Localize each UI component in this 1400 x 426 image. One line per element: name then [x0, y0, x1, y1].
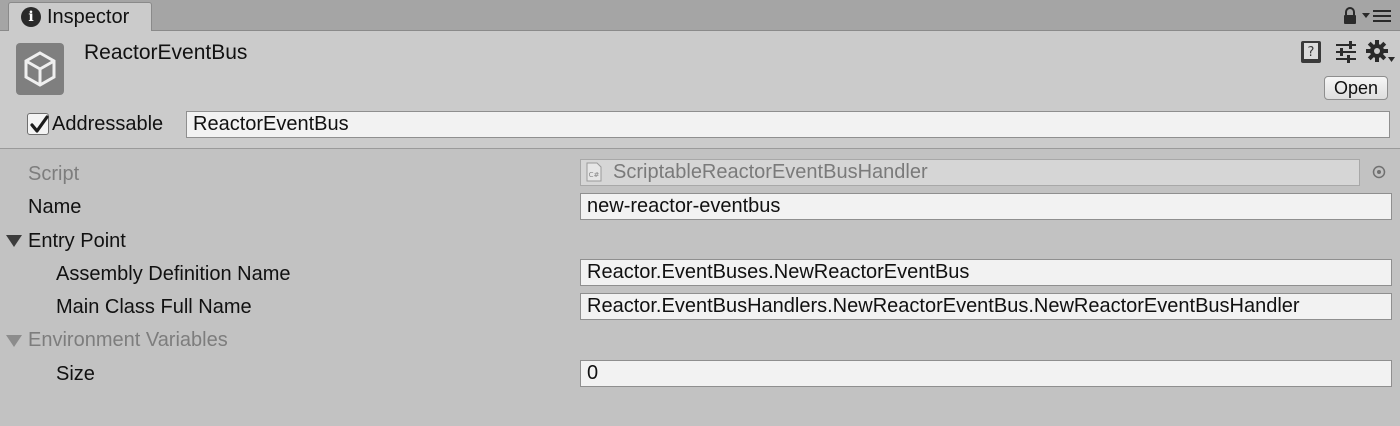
checkmark-icon	[30, 115, 49, 133]
entry-point-foldout-arrow-icon[interactable]	[6, 235, 22, 247]
object-picker-icon[interactable]	[1372, 165, 1386, 179]
environment-variables-foldout-arrow-icon[interactable]	[6, 335, 22, 347]
entry-point-foldout[interactable]: Entry Point	[28, 229, 126, 253]
assembly-definition-name-label: Assembly Definition Name	[56, 263, 291, 285]
tab-inspector[interactable]: i Inspector	[8, 2, 152, 31]
svg-text:C#: C#	[589, 171, 600, 179]
tab-label: Inspector	[47, 6, 130, 28]
csharp-script-icon: C#	[586, 162, 602, 182]
inspector-header: ReactorEventBus ? Open Addressable React…	[0, 31, 1400, 149]
preset-sliders-icon[interactable]	[1333, 39, 1359, 65]
tab-menu-icon[interactable]	[1362, 8, 1392, 24]
size-label: Size	[56, 363, 95, 385]
addressable-checkbox[interactable]	[27, 113, 49, 135]
script-field: ScriptableReactorEventBusHandler	[580, 159, 1360, 186]
gear-icon[interactable]	[1366, 39, 1396, 65]
size-field[interactable]: 0	[580, 360, 1392, 387]
assembly-definition-name-field[interactable]: Reactor.EventBuses.NewReactorEventBus	[580, 259, 1392, 286]
info-icon: i	[21, 7, 41, 27]
environment-variables-foldout[interactable]: Environment Variables	[28, 328, 228, 352]
svg-text:?: ?	[1308, 45, 1315, 60]
lock-icon[interactable]	[1342, 6, 1358, 26]
name-label: Name	[28, 196, 82, 218]
addressable-address-field[interactable]: ReactorEventBus	[186, 111, 1390, 138]
addressable-label: Addressable	[52, 113, 164, 135]
asset-title: ReactorEventBus	[84, 41, 248, 64]
script-label: Script	[28, 163, 80, 185]
unity-asset-icon	[16, 43, 64, 95]
tab-bar: i Inspector	[0, 0, 1400, 31]
help-book-icon[interactable]: ?	[1298, 39, 1324, 65]
main-class-full-name-label: Main Class Full Name	[56, 296, 252, 318]
main-class-full-name-field[interactable]: Reactor.EventBusHandlers.NewReactorEvent…	[580, 293, 1392, 320]
open-button[interactable]: Open	[1324, 76, 1388, 100]
name-field[interactable]: new-reactor-eventbus	[580, 193, 1392, 220]
